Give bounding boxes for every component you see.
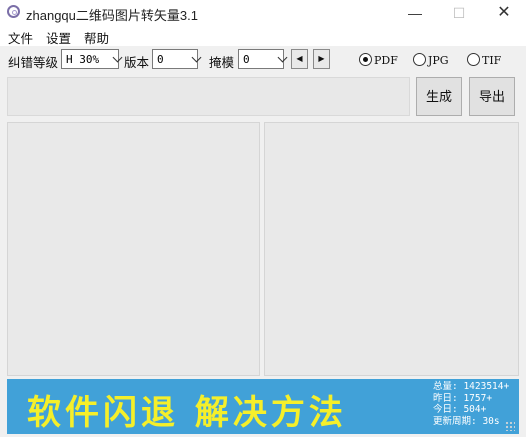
radio-pdf[interactable] (359, 53, 372, 66)
version-select[interactable]: 0 (152, 49, 198, 69)
mask-select[interactable]: 0 (238, 49, 284, 69)
banner-text[interactable]: 软件闪退 解决方法 (27, 385, 347, 434)
vector-preview-pane[interactable] (264, 122, 519, 376)
radio-pdf-label: PDF (374, 54, 398, 67)
maximize-button[interactable]: ☐ (437, 0, 481, 26)
ad-banner[interactable]: 软件闪退 解决方法 总量: 1423514+ 昨日: 1757+ 今日: 504… (7, 379, 519, 434)
next-spin-button[interactable]: ▶ (313, 49, 330, 69)
radio-tif-label: TIF (482, 54, 502, 67)
prev-spin-button[interactable]: ◀ (291, 49, 308, 69)
version-label: 版本 (124, 56, 150, 70)
app-window: zhangqu二维码图片转矢量3.1 — ☐ ✕ 文件 设置 帮助 纠错等级 H… (0, 0, 526, 437)
ecc-value: H 30% (66, 53, 100, 66)
stat-today: 今日: 504+ (433, 404, 487, 415)
mask-value: 0 (243, 53, 250, 66)
ecc-label: 纠错等级 (8, 56, 59, 70)
menu-bar: 文件 设置 帮助 (0, 26, 526, 46)
stat-yesterday: 昨日: 1757+ (433, 392, 493, 404)
radio-tif[interactable] (467, 53, 480, 66)
minimize-button[interactable]: — (393, 0, 437, 26)
menu-file[interactable]: 文件 (8, 28, 33, 47)
generate-button[interactable]: 生成 (416, 77, 462, 116)
mask-label: 掩模 (209, 56, 235, 70)
window-title: zhangqu二维码图片转矢量3.1 (26, 8, 198, 23)
close-button[interactable]: ✕ (482, 0, 526, 26)
radio-jpg[interactable] (413, 53, 426, 66)
ecc-select[interactable]: H 30% (61, 49, 119, 69)
resize-grip-icon[interactable] (505, 421, 515, 431)
text-input[interactable] (7, 77, 410, 116)
menu-settings[interactable]: 设置 (46, 28, 71, 47)
stat-total: 总量: 1423514+ (433, 381, 510, 392)
menu-help[interactable]: 帮助 (84, 28, 109, 47)
radio-jpg-label: JPG (428, 54, 449, 67)
title-bar: zhangqu二维码图片转矢量3.1 — ☐ ✕ (0, 0, 526, 26)
app-logo-icon (7, 5, 20, 18)
version-value: 0 (157, 53, 164, 66)
source-image-pane[interactable] (7, 122, 260, 376)
export-button[interactable]: 导出 (469, 77, 515, 116)
